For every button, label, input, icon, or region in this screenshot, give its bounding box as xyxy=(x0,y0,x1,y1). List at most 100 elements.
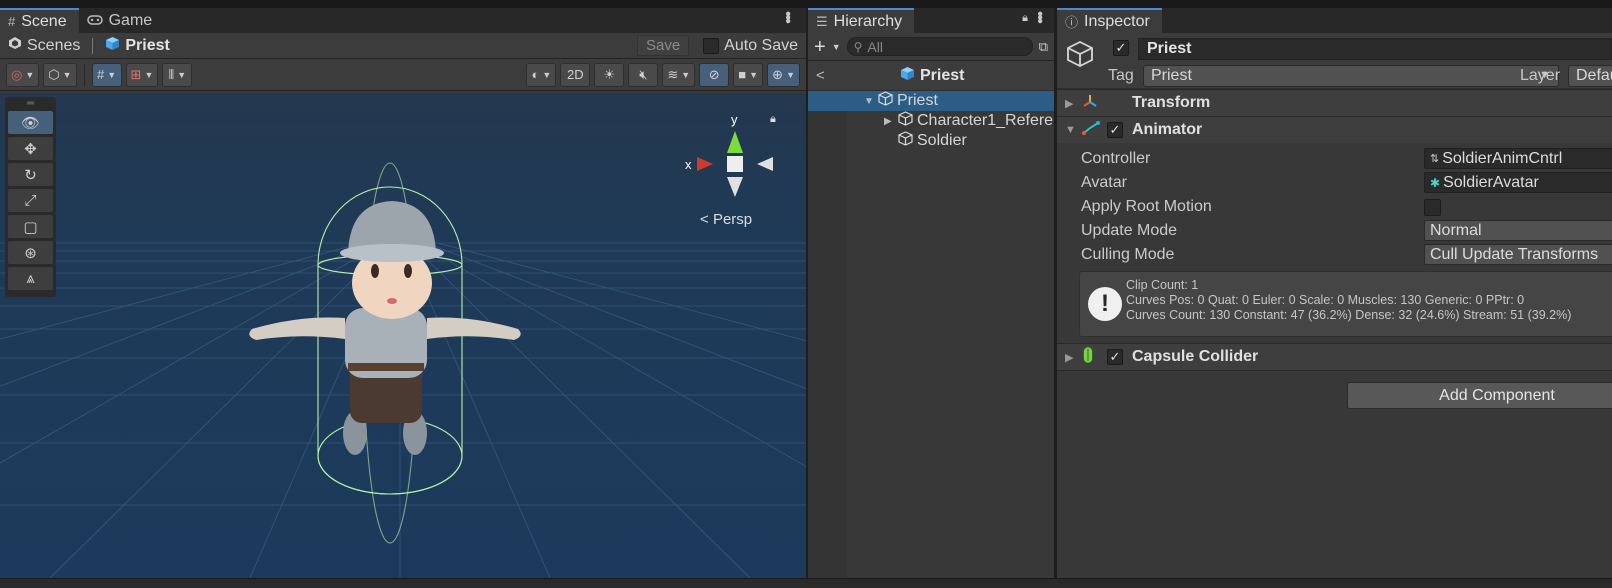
projection-toggle[interactable]: < Persp xyxy=(700,211,752,228)
pivot-icon: ◎ xyxy=(11,66,23,82)
lock-icon[interactable]: 🔒︎ xyxy=(770,113,776,126)
local-space-icon: ⬡ xyxy=(48,66,60,82)
capsule-collider-icon xyxy=(1082,346,1094,368)
2d-mode-toggle[interactable]: 2D xyxy=(560,62,591,87)
scene-breadcrumb-bar: Scenes Priest Save Auto Save xyxy=(0,33,806,59)
tag-dropdown[interactable]: Priest ▼ xyxy=(1143,65,1559,87)
move-tool-button[interactable]: ✥ xyxy=(8,137,53,160)
search-scope-icon[interactable]: ⧉ xyxy=(1039,39,1048,55)
apply-root-motion-checkbox[interactable] xyxy=(1424,199,1441,216)
chevron-down-icon: ▼ xyxy=(62,69,72,80)
scene-menu-icon[interactable]: ••• xyxy=(778,11,796,22)
auto-save-checkbox[interactable] xyxy=(703,37,720,54)
component-animator[interactable]: ▼ ✓ Animator xyxy=(1057,116,1612,143)
prop-value: SoldierAvatar xyxy=(1443,173,1539,191)
controller-object-field[interactable]: ⇅ SoldierAnimCntrl xyxy=(1424,148,1612,169)
add-component-button[interactable]: Add Component xyxy=(1347,382,1612,409)
chevron-down-icon: ▼ xyxy=(177,69,187,80)
expand-arrow-icon[interactable]: ▼ xyxy=(1065,124,1076,136)
breadcrumb-scenes[interactable]: Scenes xyxy=(8,36,80,55)
view-tool-button[interactable]: 👁︎ xyxy=(8,111,53,134)
component-capsule-collider[interactable]: ▶ ✓ Capsule Collider xyxy=(1057,343,1612,370)
gameobject-cube-icon[interactable] xyxy=(1065,39,1095,76)
audio-toggle[interactable]: 🔇︎ xyxy=(628,62,659,87)
breadcrumb-prefab[interactable]: Priest xyxy=(105,36,170,56)
scale-icon: ⤢ xyxy=(24,192,37,209)
layer-dropdown[interactable]: Defau xyxy=(1568,65,1612,87)
animator-controller-icon: ⇅ xyxy=(1430,153,1440,165)
scale-tool-button[interactable]: ⤢ xyxy=(8,189,53,212)
auto-save-label: Auto Save xyxy=(724,36,798,54)
grid-snapping-toggle[interactable]: # ▼ xyxy=(91,62,122,87)
hierarchy-item-label: Priest xyxy=(897,92,938,109)
rotate-tool-button[interactable]: ↻ xyxy=(8,163,53,186)
hierarchy-search-input[interactable]: ⚲ All xyxy=(846,37,1033,56)
collapse-arrow-icon[interactable]: ▶ xyxy=(1065,97,1073,110)
prop-avatar: Avatar ✱ SoldierAvatar xyxy=(1057,171,1612,195)
draw-mode-dropdown[interactable]: ◐ ▼ xyxy=(526,62,557,87)
expand-arrow-icon[interactable]: ▼ xyxy=(864,96,874,107)
hierarchy-menu-icon[interactable]: ••• xyxy=(1030,11,1048,22)
hierarchy-lock-icon[interactable]: 🔒︎ xyxy=(1022,12,1028,25)
scene-tabbar: # Scene Game ••• xyxy=(0,8,806,33)
hierarchy-item-priest[interactable]: ▼ Priest xyxy=(808,91,1054,111)
transform-tools-overlay: ═ 👁︎ ✥ ↻ ⤢ ▢ ⊛ ⩓ xyxy=(5,97,56,297)
animator-enabled-checkbox[interactable]: ✓ xyxy=(1107,122,1123,138)
collapse-arrow-icon[interactable]: ▶ xyxy=(1065,351,1073,364)
component-title: Animator xyxy=(1132,121,1203,138)
lighting-toggle[interactable]: ☀ xyxy=(594,62,625,87)
transform-tool-button[interactable]: ⊛ xyxy=(8,241,53,264)
avatar-object-field[interactable]: ✱ SoldierAvatar xyxy=(1424,172,1612,193)
inspector-tabbar: ⓘ Inspector xyxy=(1057,8,1612,33)
add-object-button[interactable]: + xyxy=(814,37,826,57)
overlay-grip-icon[interactable]: ═ xyxy=(8,99,53,109)
transform-icon: ⊛ xyxy=(24,244,37,262)
hierarchy-item-soldier[interactable]: Soldier xyxy=(808,131,1054,151)
breadcrumb-prefab-label: Priest xyxy=(125,36,170,54)
object-active-checkbox[interactable]: ✓ xyxy=(1113,40,1129,56)
back-chevron-icon[interactable]: < xyxy=(816,67,825,84)
collapse-arrow-icon[interactable]: ▶ xyxy=(884,116,894,127)
gizmo-y-label: y xyxy=(731,112,738,127)
chevron-down-icon: ▼ xyxy=(681,69,691,80)
curves-pos-text: Curves Pos: 0 Quat: 0 Euler: 0 Scale: 0 … xyxy=(1126,293,1525,307)
grid-snap-icon: # xyxy=(96,67,105,82)
prop-label: Avatar xyxy=(1081,174,1127,191)
capsule-collider-enabled-checkbox[interactable]: ✓ xyxy=(1107,349,1123,365)
object-name-field[interactable]: Priest xyxy=(1138,38,1612,60)
layer-label: Layer xyxy=(1520,67,1561,84)
update-mode-dropdown[interactable]: Normal xyxy=(1424,220,1612,241)
gizmo-space-dropdown[interactable]: ⬡ ▼ xyxy=(43,62,77,87)
gizmos-dropdown[interactable]: ⊕ ▼ xyxy=(767,62,800,87)
grid-visibility-dropdown[interactable]: ⦀ ▼ xyxy=(162,62,193,87)
custom-tool-button[interactable]: ⩓ xyxy=(8,267,53,290)
hierarchy-panel: ☰ Hierarchy ••• 🔒︎ + ▼ ⚲ All ⧉ < Priest … xyxy=(808,8,1054,578)
save-button[interactable]: Save xyxy=(636,35,690,56)
hierarchy-item-character1[interactable]: ▶ Character1_Refere xyxy=(808,111,1054,131)
tab-inspector[interactable]: ⓘ Inspector xyxy=(1057,8,1162,33)
hierarchy-gutter xyxy=(808,91,847,578)
breadcrumb-separator xyxy=(92,37,94,54)
tab-game[interactable]: Game xyxy=(79,8,165,33)
prefab-cube-icon xyxy=(105,36,120,56)
rotate-icon: ↻ xyxy=(24,166,37,184)
rect-tool-button[interactable]: ▢ xyxy=(8,215,53,238)
scene-viewport[interactable]: y x ═ 👁︎ ✥ ↻ ⤢ ▢ ⊛ ⩓ 🔒︎ < Persp xyxy=(0,93,806,578)
tab-hierarchy[interactable]: ☰ Hierarchy xyxy=(808,8,915,33)
camera-dropdown[interactable]: ■ ▼ xyxy=(733,62,764,87)
tab-game-label: Game xyxy=(108,11,153,29)
component-transform[interactable]: ▶ Transform xyxy=(1057,89,1612,116)
chevron-down-icon[interactable]: ▼ xyxy=(832,42,841,52)
custom-editor-icon: ⩓ xyxy=(26,270,35,287)
effects-dropdown[interactable]: ≋ ▼ xyxy=(662,62,696,87)
chevron-down-icon: ▼ xyxy=(25,69,35,80)
orientation-gizmo[interactable] xyxy=(697,131,773,197)
auto-save-toggle[interactable]: Auto Save xyxy=(703,37,798,55)
unity-logo-icon xyxy=(8,36,22,55)
culling-mode-dropdown[interactable]: Cull Update Transforms xyxy=(1424,244,1612,265)
scene-visibility-toggle[interactable]: ⊘ xyxy=(699,62,730,87)
tab-scene[interactable]: # Scene xyxy=(0,8,79,33)
gizmo-pivot-dropdown[interactable]: ◎ ▼ xyxy=(6,62,40,87)
increment-snap-dropdown[interactable]: ⊞ ▼ xyxy=(125,62,159,87)
hierarchy-tabbar: ☰ Hierarchy ••• 🔒︎ xyxy=(808,8,1054,33)
